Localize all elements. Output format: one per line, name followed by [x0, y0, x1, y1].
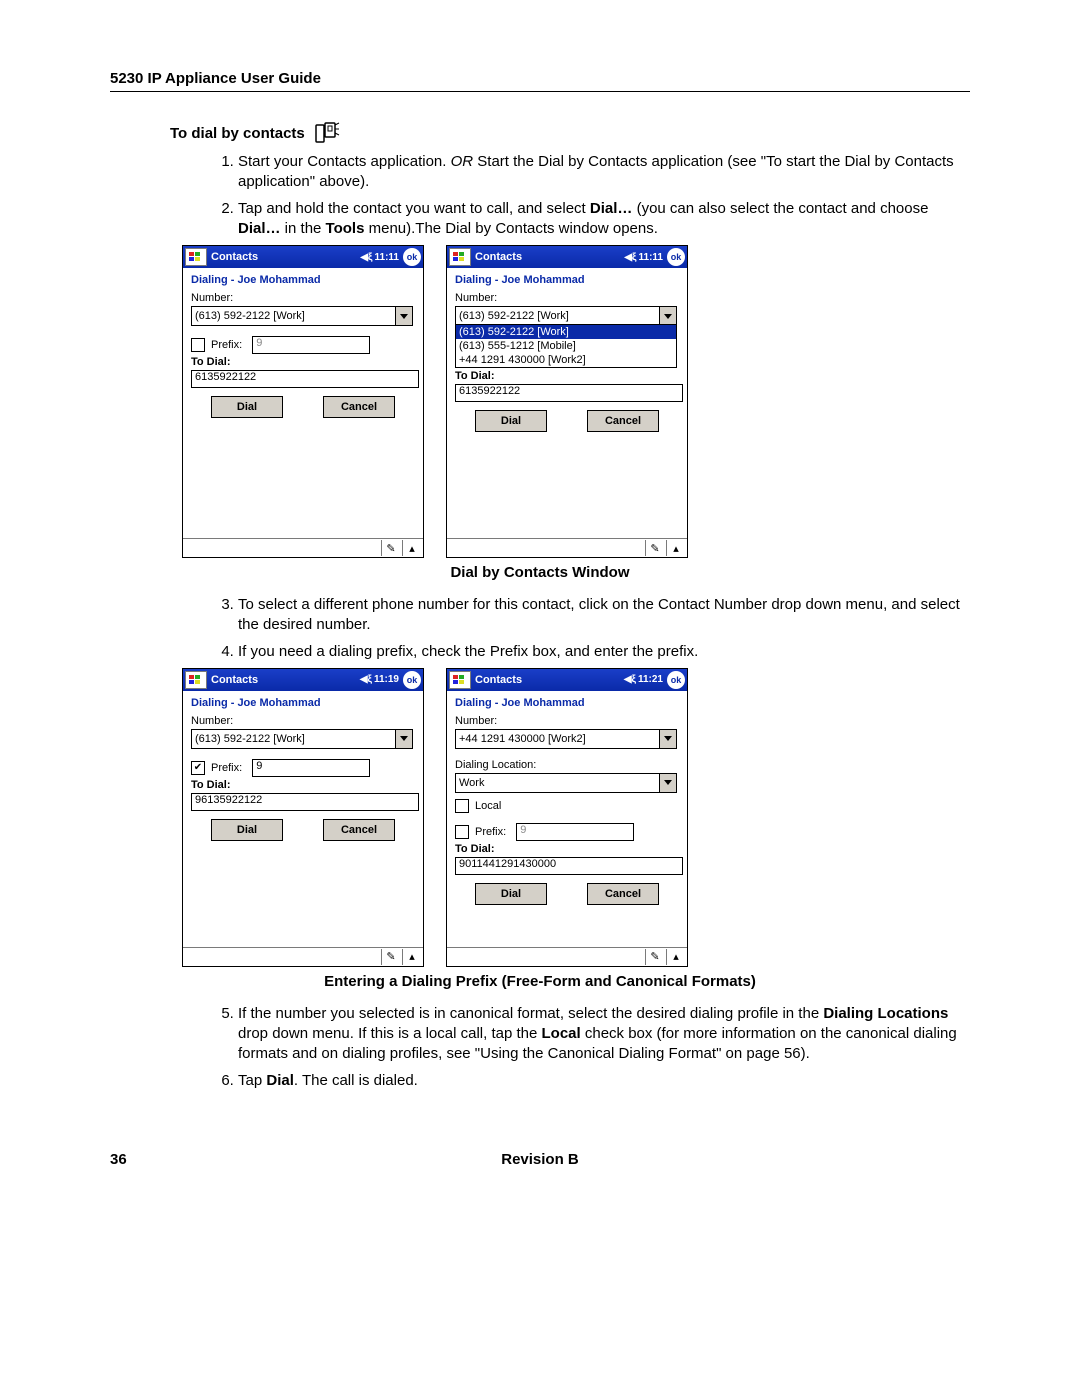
chevron-down-icon[interactable]	[659, 307, 676, 325]
keyboard-icon[interactable]: ✎	[645, 949, 664, 965]
step-5: If the number you selected is in canonic…	[238, 1004, 970, 1065]
dial-button[interactable]: Dial	[211, 396, 283, 418]
prefix-label: Prefix:	[211, 339, 242, 351]
dial-button[interactable]: Dial	[475, 883, 547, 905]
section-heading: To dial by contacts	[170, 125, 305, 142]
number-label: Number:	[191, 715, 415, 727]
status-icons: ◀ξ 11:11	[360, 252, 399, 263]
number-dropdown[interactable]: (613) 592-2122 [Work] (613) 592-2122 [Wo…	[455, 306, 677, 326]
dialing-location-label: Dialing Location:	[455, 759, 679, 771]
dropdown-option[interactable]: +44 1291 430000 [Work2]	[456, 353, 676, 367]
prefix-label: Prefix:	[211, 762, 242, 774]
prefix-input[interactable]: 9	[252, 336, 370, 354]
chevron-down-icon[interactable]	[659, 730, 676, 748]
up-arrow-icon[interactable]: ▴	[666, 540, 685, 556]
screenshot-dial-contacts-b: Contacts ◀ξ 11:11 ok Dialing - Joe Moham…	[446, 245, 688, 558]
contacts-icon	[315, 122, 341, 144]
todial-label-clipped: To Dial:	[455, 370, 679, 382]
figure-caption-2: Entering a Dialing Prefix (Free-Form and…	[110, 973, 970, 990]
chevron-down-icon[interactable]	[395, 307, 412, 325]
prefix-input[interactable]: 9	[252, 759, 370, 777]
todial-value: 9011441291430000	[455, 857, 683, 875]
number-dropdown-list[interactable]: (613) 592-2122 [Work] (613) 555-1212 [Mo…	[455, 324, 677, 368]
number-label: Number:	[455, 292, 679, 304]
prefix-checkbox[interactable]: ✔	[191, 761, 205, 775]
screenshot-prefix-canonical: Contacts ◀ξ 11:21 ok Dialing - Joe Moham…	[446, 668, 688, 967]
app-title: Contacts	[475, 251, 620, 263]
status-icons: ◀ξ 11:11	[624, 252, 663, 263]
cancel-button[interactable]: Cancel	[587, 410, 659, 432]
prefix-label: Prefix:	[475, 826, 506, 838]
number-dropdown[interactable]: (613) 592-2122 [Work]	[191, 306, 413, 326]
prefix-checkbox[interactable]	[191, 338, 205, 352]
app-title: Contacts	[211, 251, 356, 263]
up-arrow-icon[interactable]: ▴	[666, 949, 685, 965]
page-number: 36	[110, 1151, 127, 1168]
start-icon[interactable]	[449, 248, 471, 266]
keyboard-icon[interactable]: ✎	[645, 540, 664, 556]
todial-label: To Dial:	[455, 843, 679, 855]
prefix-checkbox[interactable]	[455, 825, 469, 839]
number-label: Number:	[455, 715, 679, 727]
keyboard-icon[interactable]: ✎	[381, 949, 400, 965]
doc-title: 5230 IP Appliance User Guide	[110, 70, 321, 87]
step-6: Tap Dial. The call is dialed.	[238, 1071, 970, 1091]
dropdown-option[interactable]: (613) 592-2122 [Work]	[456, 325, 676, 339]
cancel-button[interactable]: Cancel	[587, 883, 659, 905]
start-icon[interactable]	[449, 671, 471, 689]
todial-label: To Dial:	[191, 779, 415, 791]
local-label: Local	[475, 800, 501, 812]
figure-caption-1: Dial by Contacts Window	[110, 564, 970, 581]
dialing-location-dropdown[interactable]: Work	[455, 773, 677, 793]
cancel-button[interactable]: Cancel	[323, 819, 395, 841]
number-label: Number:	[191, 292, 415, 304]
ok-button[interactable]: ok	[667, 248, 685, 266]
todial-value: 96135922122	[191, 793, 419, 811]
keyboard-icon[interactable]: ✎	[381, 540, 400, 556]
number-dropdown[interactable]: (613) 592-2122 [Work]	[191, 729, 413, 749]
status-icons: ◀ξ 11:19	[360, 674, 399, 685]
dial-button[interactable]: Dial	[211, 819, 283, 841]
chevron-down-icon[interactable]	[395, 730, 412, 748]
todial-label: To Dial:	[191, 356, 415, 368]
step-1: Start your Contacts application. OR Star…	[238, 152, 970, 193]
dialing-header: Dialing - Joe Mohammad	[191, 274, 415, 286]
local-checkbox[interactable]	[455, 799, 469, 813]
step-2: Tap and hold the contact you want to cal…	[238, 199, 970, 240]
todial-value: 6135922122	[191, 370, 419, 388]
ok-button[interactable]: ok	[403, 248, 421, 266]
status-icons: ◀ξ 11:21	[624, 674, 663, 685]
up-arrow-icon[interactable]: ▴	[402, 540, 421, 556]
dialing-header: Dialing - Joe Mohammad	[191, 697, 415, 709]
start-icon[interactable]	[185, 671, 207, 689]
cancel-button[interactable]: Cancel	[323, 396, 395, 418]
step-4: If you need a dialing prefix, check the …	[238, 642, 970, 662]
screenshot-prefix-freeform: Contacts ◀ξ 11:19 ok Dialing - Joe Moham…	[182, 668, 424, 967]
ok-button[interactable]: ok	[667, 671, 685, 689]
revision: Revision B	[501, 1151, 579, 1168]
step-3: To select a different phone number for t…	[238, 595, 970, 636]
screenshot-dial-contacts-a: Contacts ◀ξ 11:11 ok Dialing - Joe Moham…	[182, 245, 424, 558]
chevron-down-icon[interactable]	[659, 774, 676, 792]
dialing-header: Dialing - Joe Mohammad	[455, 274, 679, 286]
ok-button[interactable]: ok	[403, 671, 421, 689]
prefix-input[interactable]: 9	[516, 823, 634, 841]
up-arrow-icon[interactable]: ▴	[402, 949, 421, 965]
todial-value: 6135922122	[455, 384, 683, 402]
dialing-header: Dialing - Joe Mohammad	[455, 697, 679, 709]
app-title: Contacts	[211, 674, 356, 686]
app-title: Contacts	[475, 674, 620, 686]
dial-button[interactable]: Dial	[475, 410, 547, 432]
number-dropdown[interactable]: +44 1291 430000 [Work2]	[455, 729, 677, 749]
dropdown-option[interactable]: (613) 555-1212 [Mobile]	[456, 339, 676, 353]
start-icon[interactable]	[185, 248, 207, 266]
